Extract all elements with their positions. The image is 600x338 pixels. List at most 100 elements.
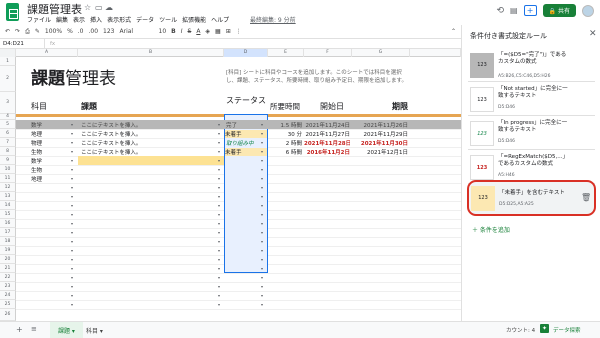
- dropdown-arrow-icon[interactable]: ▾: [71, 248, 73, 253]
- dropdown-arrow-icon[interactable]: ▾: [218, 194, 220, 199]
- more-formats-button[interactable]: 123: [103, 28, 114, 35]
- meet-plus-icon[interactable]: +: [523, 5, 537, 16]
- row-header[interactable]: 22: [0, 273, 16, 282]
- dropdown-arrow-icon[interactable]: ▾: [218, 167, 220, 172]
- dropdown-arrow-icon[interactable]: ▾: [261, 167, 263, 172]
- menu-file[interactable]: ファイル: [27, 15, 51, 24]
- dropdown-arrow-icon[interactable]: ▾: [218, 158, 220, 163]
- dropdown-arrow-icon[interactable]: ▾: [218, 149, 220, 154]
- dropdown-arrow-icon[interactable]: ▾: [218, 221, 220, 226]
- row-header[interactable]: 10: [0, 165, 16, 174]
- dropdown-arrow-icon[interactable]: ▾: [218, 203, 220, 208]
- borders-icon[interactable]: ▦: [215, 28, 221, 35]
- dropdown-arrow-icon[interactable]: ▾: [71, 176, 73, 181]
- row-header[interactable]: 5: [0, 120, 16, 129]
- cell-status[interactable]: 取り組み中: [226, 139, 254, 147]
- dropdown-arrow-icon[interactable]: ▾: [71, 185, 73, 190]
- dropdown-arrow-icon[interactable]: ▾: [218, 302, 220, 307]
- last-edit-link[interactable]: 最終編集: 9 分前: [250, 15, 296, 24]
- star-icon[interactable]: ☆: [84, 3, 91, 12]
- dropdown-arrow-icon[interactable]: ▾: [218, 284, 220, 289]
- dropdown-arrow-icon[interactable]: ▾: [261, 185, 263, 190]
- dropdown-arrow-icon[interactable]: ▾: [218, 293, 220, 298]
- row-header[interactable]: 15: [0, 210, 16, 219]
- dropdown-arrow-icon[interactable]: ▾: [261, 176, 263, 181]
- cell-due[interactable]: 2021年11月30日: [352, 139, 408, 147]
- column-header-b[interactable]: B: [78, 49, 224, 57]
- dropdown-arrow-icon[interactable]: ▾: [261, 266, 263, 271]
- cell-subject[interactable]: 地理: [31, 175, 42, 183]
- dropdown-arrow-icon[interactable]: ▾: [71, 212, 73, 217]
- row-header[interactable]: 18: [0, 237, 16, 246]
- row-header[interactable]: 21: [0, 264, 16, 273]
- menu-format[interactable]: 表示形式: [107, 15, 131, 24]
- select-all-corner[interactable]: [0, 49, 16, 57]
- rule-item[interactable]: 123 「In progress」に完全に一致するテキスト D5:D46: [468, 117, 595, 150]
- spreadsheet-grid[interactable]: A B D E F G 1 2 3 4 5 6 7 8 9 10 11 12 1…: [0, 49, 461, 321]
- menu-view[interactable]: 表示: [73, 15, 85, 24]
- dropdown-arrow-icon[interactable]: ▾: [71, 221, 73, 226]
- column-header-h[interactable]: [410, 49, 461, 57]
- dropdown-arrow-icon[interactable]: ▾: [218, 176, 220, 181]
- dropdown-arrow-icon[interactable]: ▾: [261, 239, 263, 244]
- dropdown-arrow-icon[interactable]: ▾: [261, 140, 263, 145]
- cell-start[interactable]: 2021年11月28日: [304, 139, 350, 147]
- collapse-toolbar-icon[interactable]: ⌃: [451, 28, 456, 35]
- delete-rule-icon[interactable]: 🗑: [581, 193, 591, 202]
- cell-start[interactable]: 2021年11月24日: [304, 121, 351, 129]
- row-header[interactable]: 6: [0, 129, 16, 138]
- comment-icon[interactable]: ▤: [510, 6, 518, 15]
- dropdown-arrow-icon[interactable]: ▾: [71, 302, 73, 307]
- row-header[interactable]: 19: [0, 246, 16, 255]
- cell-due[interactable]: 2021年11月29日: [352, 130, 409, 138]
- font-select[interactable]: Arial: [120, 28, 154, 35]
- percent-format-button[interactable]: %: [67, 28, 73, 35]
- dropdown-arrow-icon[interactable]: ▾: [71, 284, 73, 289]
- dropdown-arrow-icon[interactable]: ▾: [261, 302, 263, 307]
- add-rule-button[interactable]: ＋ 条件を追加: [472, 225, 510, 234]
- row-header[interactable]: 13: [0, 192, 16, 201]
- menu-insert[interactable]: 挿入: [90, 15, 102, 24]
- merge-icon[interactable]: ⊞: [226, 28, 231, 35]
- cell-start[interactable]: 2021年11月27日: [304, 130, 351, 138]
- move-icon[interactable]: ▭: [95, 3, 103, 12]
- dropdown-arrow-icon[interactable]: ▾: [218, 248, 220, 253]
- cell-task[interactable]: ここにテキストを挿入。: [81, 130, 141, 138]
- dropdown-arrow-icon[interactable]: ▾: [71, 275, 73, 280]
- cloud-status-icon[interactable]: ☁: [105, 3, 113, 12]
- italic-button[interactable]: I: [181, 28, 183, 35]
- column-header-d[interactable]: D: [224, 49, 268, 57]
- row-header[interactable]: 7: [0, 138, 16, 147]
- dropdown-arrow-icon[interactable]: ▾: [71, 149, 73, 154]
- zoom-select[interactable]: 100%: [45, 28, 62, 35]
- cell-time[interactable]: 2 時間: [268, 139, 302, 147]
- row-header[interactable]: 3: [0, 92, 16, 114]
- dropdown-arrow-icon[interactable]: ▾: [218, 131, 220, 136]
- cell-task[interactable]: ここにテキストを挿入。: [81, 121, 141, 129]
- dropdown-arrow-icon[interactable]: ▾: [261, 203, 263, 208]
- bold-button[interactable]: B: [171, 28, 176, 35]
- close-icon[interactable]: ✕: [589, 29, 597, 39]
- dropdown-arrow-icon[interactable]: ▾: [261, 284, 263, 289]
- dropdown-arrow-icon[interactable]: ▾: [261, 275, 263, 280]
- dropdown-arrow-icon[interactable]: ▾: [261, 221, 263, 226]
- row-header[interactable]: 16: [0, 219, 16, 228]
- menu-data[interactable]: データ: [136, 15, 154, 24]
- menu-tools[interactable]: ツール: [159, 15, 177, 24]
- text-color-button[interactable]: A: [196, 28, 200, 35]
- dropdown-arrow-icon[interactable]: ▾: [71, 230, 73, 235]
- dropdown-arrow-icon[interactable]: ▾: [218, 122, 220, 127]
- explore-icon[interactable]: ✦: [540, 324, 549, 333]
- cell-due[interactable]: 2021年12月1日: [352, 148, 408, 156]
- paint-format-icon[interactable]: ✎: [35, 28, 40, 35]
- more-options-icon[interactable]: ⋮: [236, 28, 242, 35]
- dropdown-arrow-icon[interactable]: ▾: [261, 230, 263, 235]
- dropdown-arrow-icon[interactable]: ▾: [218, 230, 220, 235]
- row-header[interactable]: 2: [0, 66, 16, 92]
- all-sheets-icon[interactable]: ≡: [31, 325, 37, 333]
- column-header-a[interactable]: A: [16, 49, 78, 57]
- row-header[interactable]: 20: [0, 255, 16, 264]
- dropdown-arrow-icon[interactable]: ▾: [218, 266, 220, 271]
- cell-subject[interactable]: 数学: [31, 121, 42, 129]
- menu-edit[interactable]: 編集: [56, 15, 68, 24]
